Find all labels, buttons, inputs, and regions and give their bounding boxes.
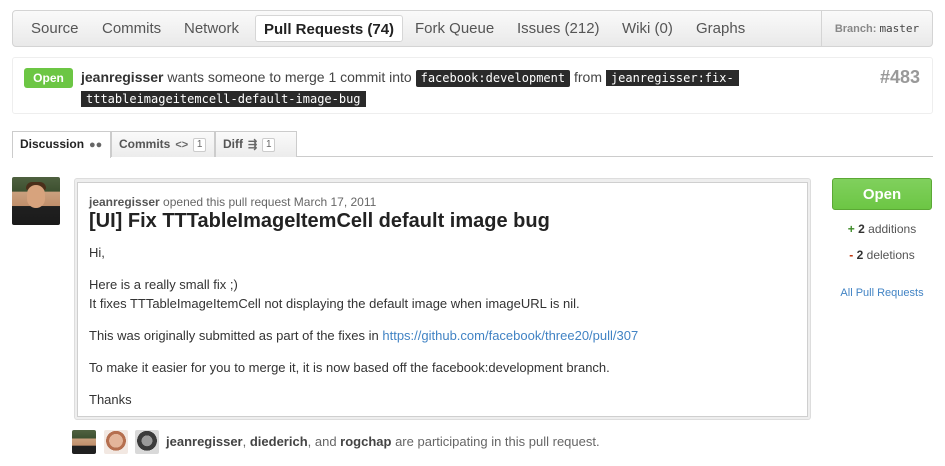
tab-pull-requests[interactable]: Pull Requests (74) [255, 15, 404, 42]
avatar[interactable] [72, 430, 96, 454]
comment-merge-note: To make it easier for you to merge it, i… [89, 360, 610, 375]
tab-commits-label: Commits [119, 137, 171, 151]
avatar[interactable] [135, 430, 159, 454]
comment-container: jeanregisser opened this pull request Ma… [74, 178, 811, 420]
base-ref: facebook:development [415, 70, 571, 87]
tab-source[interactable]: Source [31, 11, 79, 46]
deletions-sign: - [849, 248, 854, 262]
tab-diff-label: Diff [223, 137, 243, 151]
all-pull-requests-link[interactable]: All Pull Requests [832, 287, 932, 299]
repo-nav: Source Commits Network Pull Requests (74… [12, 10, 933, 47]
comment-body: Hi, Here is a really small fix ;) It fix… [89, 243, 789, 422]
comment-paragraph: Here is a really small fix ;) It fixes T… [89, 275, 789, 313]
comment-origin: This was originally submitted as part of… [89, 326, 789, 345]
tab-discussion[interactable]: Discussion ●● [12, 131, 111, 158]
comment-box: jeanregisser opened this pull request Ma… [77, 182, 808, 417]
comment-line-2: It fixes TTTableImageItemCell not displa… [89, 296, 580, 311]
pull-request-title: [UI] Fix TTTableImageItemCell default im… [89, 210, 550, 232]
tab-discussion-label: Discussion [20, 137, 85, 151]
additions-sign: + [847, 222, 855, 236]
branch-value: master [879, 22, 920, 35]
comment-line-1: Here is a really small fix ;) [89, 277, 238, 292]
tab-commits[interactable]: Commits [102, 11, 161, 46]
pull-request-summary: jeanregisser wants someone to merge 1 co… [81, 67, 761, 109]
participants-text: jeanregisser, diederich, and rogchap are… [166, 434, 600, 449]
avatar[interactable] [12, 177, 60, 225]
additions-count: 2 [858, 222, 865, 236]
branch-selector[interactable]: Branch: master [821, 11, 932, 46]
pr-author-link[interactable]: jeanregisser [81, 69, 164, 85]
tab-network[interactable]: Network [184, 11, 239, 46]
deletions-stat: - 2 deletions [832, 248, 932, 262]
diff-count: 1 [262, 138, 276, 152]
commits-count: 1 [193, 138, 207, 152]
state-badge: Open [24, 68, 73, 88]
separator: , and [307, 434, 341, 449]
tab-graphs[interactable]: Graphs [696, 11, 745, 46]
comment-greeting: Hi, [89, 245, 105, 260]
participant-link[interactable]: diederich [250, 434, 308, 449]
participant-link[interactable]: rogchap [340, 434, 391, 449]
pull-request-header: Open jeanregisser wants someone to merge… [12, 57, 933, 114]
comment-meta-text: opened this pull request March 17, 2011 [159, 195, 377, 209]
branch-label: Branch: [834, 23, 877, 35]
additions-label: additions [864, 222, 917, 236]
comment-meta: jeanregisser opened this pull request Ma… [89, 195, 376, 209]
pr-number: #483 [879, 67, 920, 87]
avatar[interactable] [104, 430, 128, 454]
participants-suffix: are participating in this pull request. [391, 434, 600, 449]
comment-closing: Thanks [89, 392, 132, 407]
tab-commits-list[interactable]: Commits <> 1 [111, 131, 215, 157]
comment-origin-text: This was originally submitted as part of… [89, 328, 383, 343]
comment-author-link[interactable]: jeanregisser [89, 195, 160, 209]
origin-pull-link[interactable]: https://github.com/facebook/three20/pull… [382, 328, 638, 343]
tab-fork-queue[interactable]: Fork Queue [415, 11, 494, 46]
speech-bubbles-icon: ●● [89, 139, 103, 151]
deletions-label: deletions [863, 248, 915, 262]
from-text: from [570, 69, 606, 85]
discussion-tabs: Discussion ●● Commits <> 1 Diff ⇶ 1 [12, 131, 933, 158]
additions-stat: + 2 additions [832, 222, 932, 236]
code-icon: <> [175, 139, 189, 151]
state-button[interactable]: Open [832, 178, 932, 210]
tab-wiki[interactable]: Wiki (0) [622, 11, 673, 46]
merge-text: wants someone to merge 1 commit into [163, 69, 416, 85]
separator: , [242, 434, 250, 449]
participant-link[interactable]: jeanregisser [166, 434, 243, 449]
diff-icon: ⇶ [248, 139, 258, 151]
tab-issues[interactable]: Issues (212) [517, 11, 600, 46]
tab-diff[interactable]: Diff ⇶ 1 [215, 131, 297, 157]
